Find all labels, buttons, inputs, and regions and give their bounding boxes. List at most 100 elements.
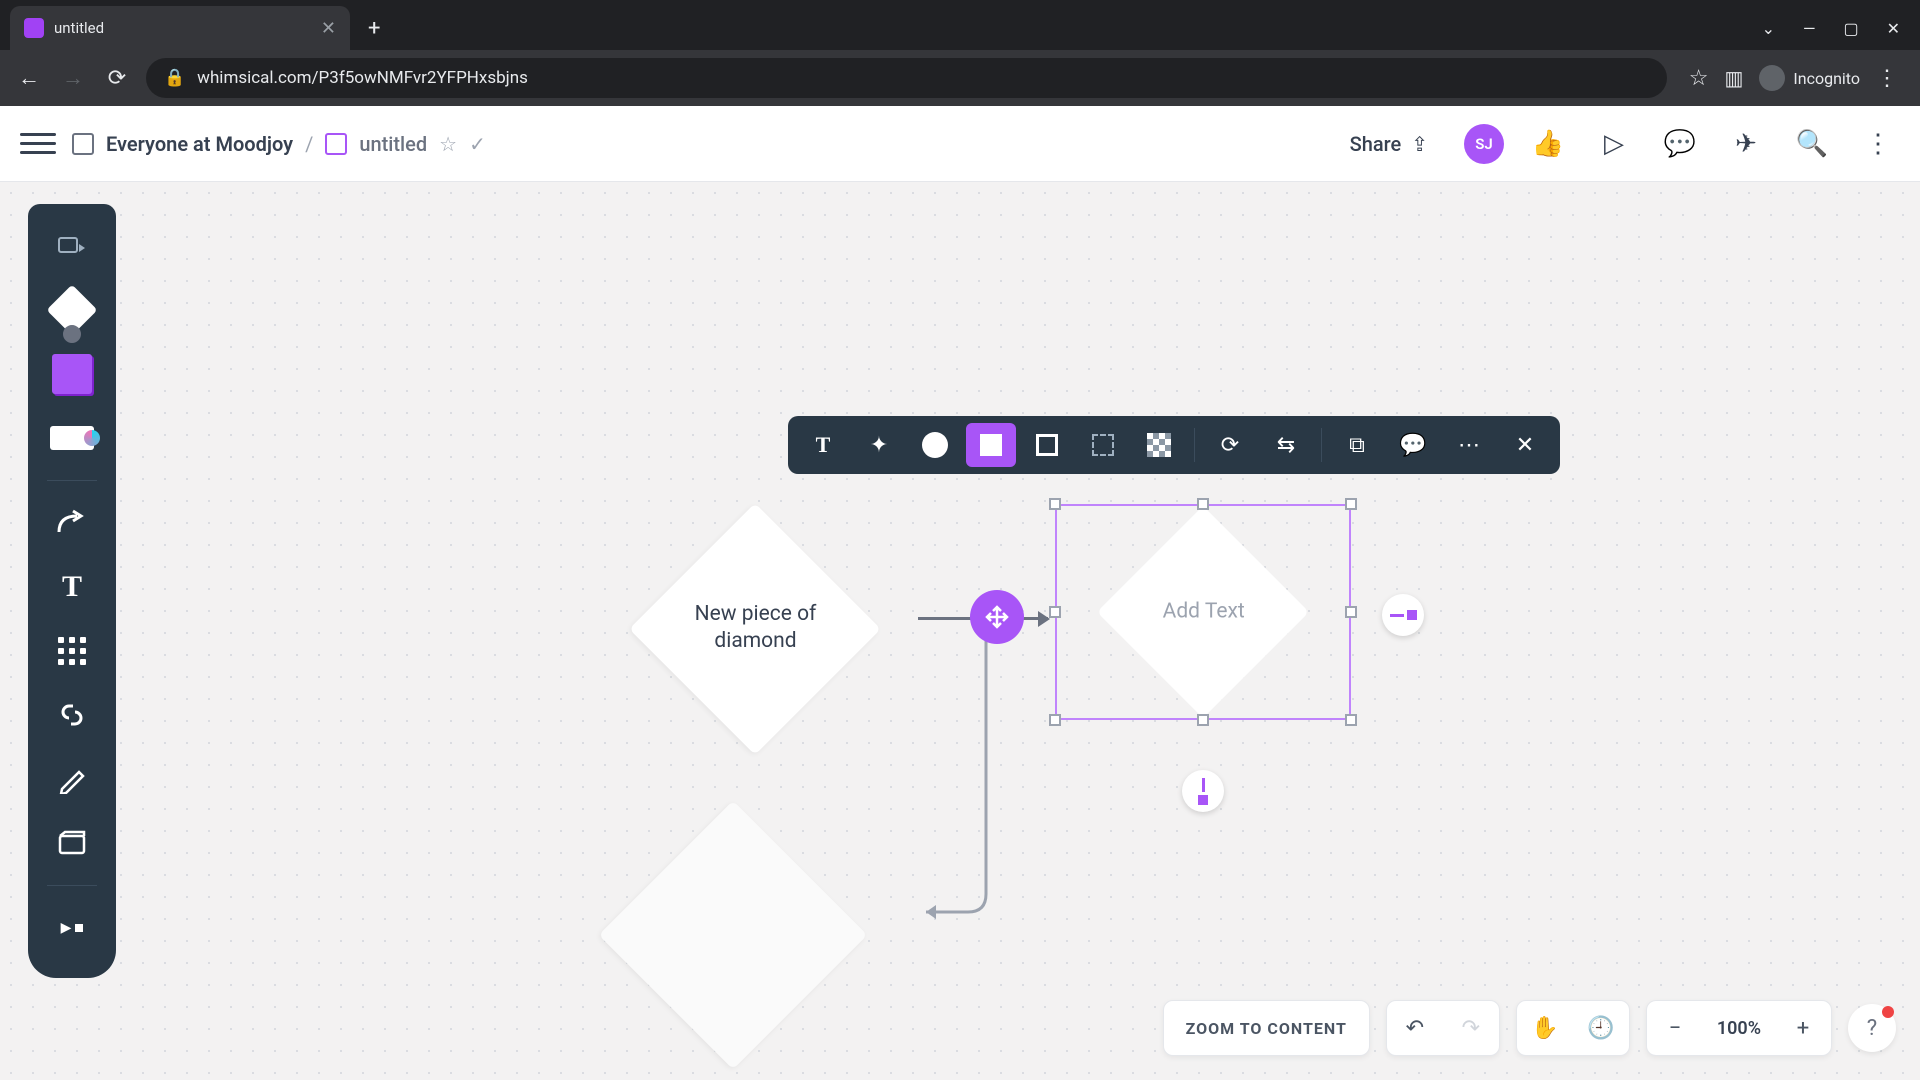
- side-panel-icon[interactable]: ▥: [1724, 66, 1743, 90]
- rotate-button[interactable]: ⟳: [1205, 423, 1255, 467]
- context-toolbar: T ✦ ⟳ ⇆ ⧉ 💬 ⋯ ✕: [788, 416, 1560, 474]
- maximize-icon[interactable]: ▢: [1843, 19, 1858, 38]
- resize-handle-tr[interactable]: [1345, 498, 1357, 510]
- resize-handle-tl[interactable]: [1049, 498, 1061, 510]
- breadcrumb: Everyone at Moodjoy / untitled ☆ ✓: [72, 132, 486, 156]
- new-tab-button[interactable]: +: [350, 6, 398, 50]
- tab-title: untitled: [54, 19, 311, 37]
- workspace-icon: [72, 133, 94, 155]
- bookmark-star-icon[interactable]: ☆: [1689, 66, 1709, 91]
- section-tool[interactable]: [42, 623, 102, 679]
- pattern-fill-button[interactable]: [1134, 423, 1184, 467]
- zoom-in-button[interactable]: +: [1775, 1016, 1831, 1041]
- user-avatar[interactable]: SJ: [1464, 124, 1504, 164]
- reload-button[interactable]: ⟳: [102, 63, 132, 93]
- diamond-1-text: New piece of diamond: [655, 601, 855, 656]
- present-icon[interactable]: ▷: [1592, 122, 1636, 166]
- card-tool[interactable]: [42, 410, 102, 466]
- undo-button[interactable]: ↶: [1387, 1016, 1443, 1041]
- reactions-icon[interactable]: 👍: [1526, 122, 1570, 166]
- minimize-icon[interactable]: —: [1803, 19, 1816, 38]
- resize-handle-mr[interactable]: [1345, 606, 1357, 618]
- zoom-controls: − 100% +: [1646, 1000, 1832, 1056]
- close-toolbar-button[interactable]: ✕: [1500, 423, 1550, 467]
- resize-handle-bl[interactable]: [1049, 714, 1061, 726]
- add-shape-bottom[interactable]: [1182, 770, 1224, 812]
- link-tool[interactable]: [42, 687, 102, 743]
- share-label: Share: [1350, 132, 1402, 156]
- incognito-icon: [1759, 65, 1785, 91]
- send-icon[interactable]: ✈: [1724, 122, 1768, 166]
- app-header: Everyone at Moodjoy / untitled ☆ ✓ Share…: [0, 106, 1920, 182]
- incognito-indicator[interactable]: Incognito: [1759, 65, 1860, 91]
- workspace-name[interactable]: Everyone at Moodjoy: [106, 132, 293, 156]
- whimsical-favicon: [24, 18, 44, 38]
- incognito-label: Incognito: [1793, 69, 1860, 88]
- address-bar[interactable]: 🔒 whimsical.com/P3f5owNMFvr2YFPHxsbjns: [146, 58, 1667, 98]
- connector-handle[interactable]: [970, 590, 1024, 644]
- flowchart-diamond-2[interactable]: [599, 801, 868, 1070]
- window-controls: ⌄ — ▢ ✕: [1762, 6, 1920, 50]
- fill-solid-button[interactable]: [966, 423, 1016, 467]
- close-tab-icon[interactable]: ✕: [321, 18, 336, 39]
- resize-handle-br[interactable]: [1345, 714, 1357, 726]
- canvas[interactable]: T ▶ New piece of diamond Add: [0, 182, 1920, 1080]
- resize-handle-tm[interactable]: [1197, 498, 1209, 510]
- duplicate-button[interactable]: ⧉: [1332, 423, 1382, 467]
- connector-tool[interactable]: [42, 495, 102, 551]
- text-tool[interactable]: T: [42, 559, 102, 615]
- close-window-icon[interactable]: ✕: [1887, 19, 1900, 38]
- tab-search-icon[interactable]: ⌄: [1762, 19, 1775, 38]
- share-button[interactable]: Share ⇪: [1336, 124, 1442, 164]
- pan-history-controls: ✋ 🕘: [1516, 1000, 1630, 1056]
- zoom-to-content-button[interactable]: ZOOM TO CONTENT: [1163, 1000, 1370, 1056]
- resize-handle-ml[interactable]: [1049, 606, 1061, 618]
- shape-tool[interactable]: [42, 282, 102, 338]
- text-style-button[interactable]: T: [798, 423, 848, 467]
- document-title[interactable]: untitled: [359, 132, 427, 156]
- forward-button: →: [58, 63, 88, 93]
- connector-down[interactable]: [918, 634, 1038, 944]
- select-tool[interactable]: [42, 218, 102, 274]
- border-outline-button[interactable]: [1022, 423, 1072, 467]
- redo-button: ↷: [1443, 1016, 1499, 1041]
- share-icon: ⇪: [1411, 132, 1428, 156]
- lock-icon: 🔒: [164, 68, 185, 88]
- frame-tool[interactable]: [42, 815, 102, 871]
- sync-status-icon[interactable]: ✓: [469, 132, 486, 156]
- resize-handle-bm[interactable]: [1197, 714, 1209, 726]
- zoom-out-button[interactable]: −: [1647, 1016, 1703, 1041]
- bottom-controls: ZOOM TO CONTENT ↶ ↷ ✋ 🕘 − 100% + ?: [1163, 1000, 1896, 1056]
- more-options-button[interactable]: ⋯: [1444, 423, 1494, 467]
- help-button[interactable]: ?: [1848, 1004, 1896, 1052]
- left-toolbar: T ▶: [28, 204, 116, 978]
- border-corner-button[interactable]: [1078, 423, 1128, 467]
- flowchart-diamond-1[interactable]: New piece of diamond: [629, 503, 881, 755]
- app-more-icon[interactable]: ⋮: [1856, 122, 1900, 166]
- more-tools[interactable]: ▶: [42, 900, 102, 956]
- version-history-button[interactable]: 🕘: [1573, 1016, 1629, 1041]
- fill-color-button[interactable]: [910, 423, 960, 467]
- selected-shape[interactable]: Add Text: [1055, 504, 1351, 720]
- add-shape-right[interactable]: [1382, 594, 1424, 636]
- board-icon: [325, 133, 347, 155]
- main-menu-button[interactable]: [20, 126, 56, 162]
- pencil-tool[interactable]: [42, 751, 102, 807]
- breadcrumb-separator: /: [305, 132, 313, 156]
- browser-tab[interactable]: untitled ✕: [10, 6, 350, 50]
- swap-direction-button[interactable]: ⇆: [1261, 423, 1311, 467]
- url-text: whimsical.com/P3f5owNMFvr2YFPHxsbjns: [197, 68, 528, 88]
- browser-tab-strip: untitled ✕ + ⌄ — ▢ ✕: [0, 0, 1920, 50]
- swap-shape-button[interactable]: ✦: [854, 423, 904, 467]
- zoom-value[interactable]: 100%: [1703, 1018, 1775, 1039]
- add-comment-button[interactable]: 💬: [1388, 423, 1438, 467]
- browser-toolbar: ← → ⟳ 🔒 whimsical.com/P3f5owNMFvr2YFPHxs…: [0, 50, 1920, 106]
- back-button[interactable]: ←: [14, 63, 44, 93]
- comments-icon[interactable]: 💬: [1658, 122, 1702, 166]
- search-icon[interactable]: 🔍: [1790, 122, 1834, 166]
- sticky-note-tool[interactable]: [42, 346, 102, 402]
- selection-outline: [1055, 504, 1351, 720]
- hand-tool-button[interactable]: ✋: [1517, 1016, 1573, 1041]
- favorite-star-icon[interactable]: ☆: [439, 132, 457, 156]
- browser-menu-icon[interactable]: ⋮: [1876, 66, 1898, 91]
